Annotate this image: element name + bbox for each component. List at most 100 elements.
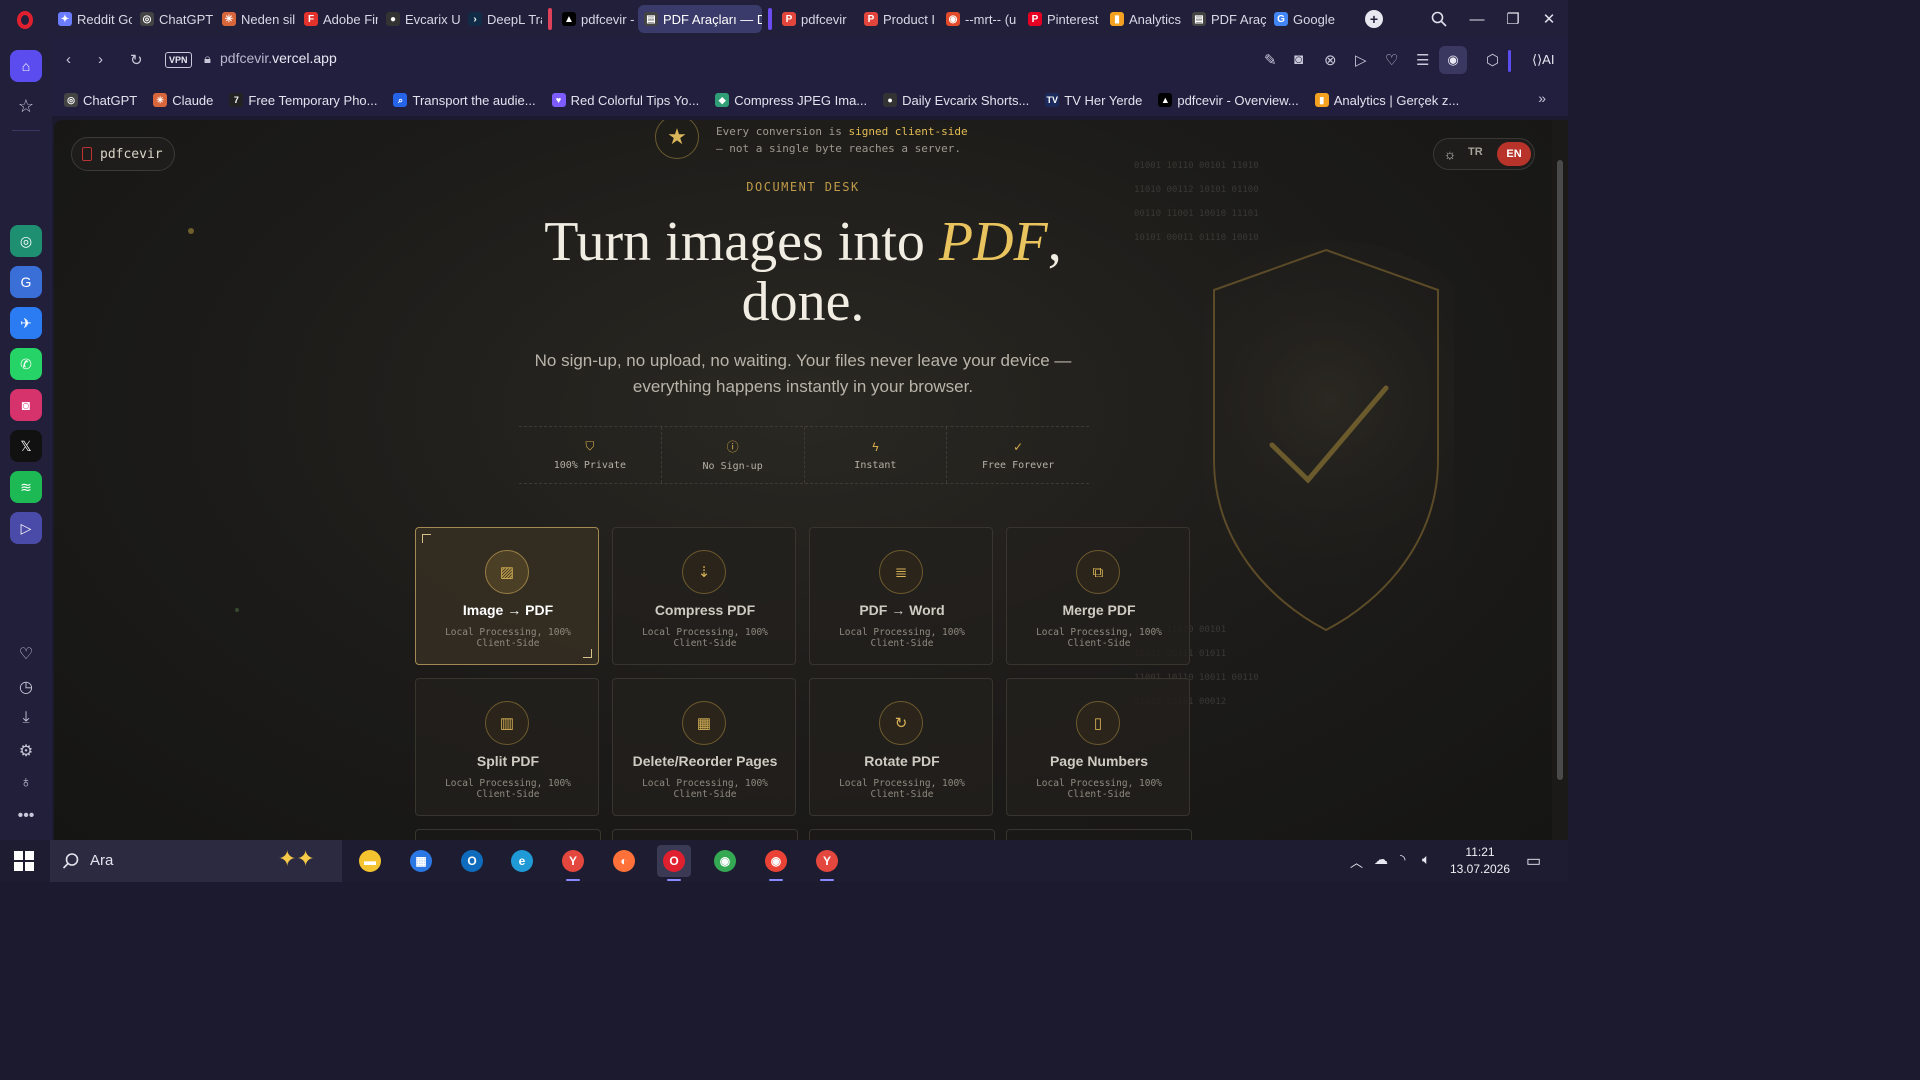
file-explorer-taskbar-icon[interactable]: ▬ <box>353 845 387 877</box>
bookmark-item[interactable]: TV TV Her Yerde <box>1045 93 1142 108</box>
restore-button[interactable]: ❐ <box>1498 0 1528 38</box>
bookmark-item[interactable]: ◎ ChatGPT <box>64 93 137 108</box>
tool-card[interactable]: ⧉ Merge PDF Local Processing, 100% Client-… <box>1006 527 1190 665</box>
easy-setup-icon[interactable]: ☰ <box>1416 51 1429 69</box>
scrollbar-thumb[interactable] <box>1557 160 1563 780</box>
more-dots-icon[interactable]: ••• <box>10 800 42 832</box>
tool-card[interactable]: ↻ Rotate PDF Local Processing, 100% Client… <box>809 678 993 816</box>
tab-favicon-icon: ◉ <box>946 12 960 26</box>
outlook-taskbar-icon[interactable]: O <box>455 845 489 877</box>
heart-icon[interactable]: ♡ <box>1385 51 1398 69</box>
minimize-button[interactable]: — <box>1462 0 1492 38</box>
home-icon[interactable]: ⌂ <box>10 50 42 82</box>
system-clock[interactable]: 11:21 13.07.2026 <box>1448 844 1512 878</box>
tool-card[interactable]: ▯ Page Numbers Local Processing, 100% Clie… <box>1006 678 1190 816</box>
player-icon[interactable]: ▷ <box>10 512 42 544</box>
profile-icon[interactable]: ◉ <box>1439 46 1467 74</box>
wifi-icon[interactable]: ◝ <box>1400 851 1405 868</box>
whatsapp-icon[interactable]: ✆ <box>10 348 42 380</box>
tab-search-icon[interactable] <box>1424 0 1454 38</box>
browser-tab[interactable]: ● Evcarix Ul <box>380 5 460 33</box>
yandex-browser-taskbar-icon[interactable]: Y <box>556 845 590 881</box>
chrome-profile-taskbar-icon[interactable]: ◉ <box>759 845 793 881</box>
new-tab-button[interactable]: + <box>1363 0 1385 38</box>
browser-tab[interactable]: P Product I <box>858 5 938 33</box>
lock-icon[interactable]: 🔒︎ <box>204 51 211 67</box>
reload-icon[interactable]: ↻ <box>130 51 143 69</box>
tips-bulb-icon[interactable]: ♁ <box>10 767 42 799</box>
tool-card-partial[interactable] <box>809 829 995 840</box>
x-twitter-icon[interactable]: 𝕏 <box>10 430 42 462</box>
browser-tab[interactable]: G Google <box>1268 5 1348 33</box>
adblock-shield-icon[interactable]: ⊗ <box>1324 51 1337 69</box>
browser-tab[interactable]: › DeepL Tra <box>462 5 542 33</box>
messenger-icon[interactable]: ✈ <box>10 307 42 339</box>
settings-gear-icon[interactable]: ⚙ <box>10 735 42 767</box>
history-clock-icon[interactable]: ◷ <box>10 671 42 703</box>
firefox-taskbar-icon[interactable]: ◐ <box>607 845 641 877</box>
browser-tab[interactable]: ✳ Neden sil <box>216 5 296 33</box>
bookmark-item[interactable]: ⌕ Transport the audie... <box>393 93 536 108</box>
google-translate-icon[interactable]: G <box>10 266 42 298</box>
page-scrollbar[interactable] <box>1552 120 1568 840</box>
aria-ai-button[interactable]: ⟨⟩AI <box>1532 52 1554 68</box>
yandex-taskbar-icon[interactable]: Y <box>810 845 844 881</box>
spotify-icon[interactable]: ≋ <box>10 471 42 503</box>
browser-tab[interactable]: F Adobe Fir <box>298 5 378 33</box>
tray-chevron-icon[interactable]: ︿ <box>1350 852 1363 871</box>
bookmarks-overflow-icon[interactable]: » <box>1538 90 1546 106</box>
tool-card[interactable]: ⇣ Compress PDF Local Processing, 100% Clie… <box>612 527 796 665</box>
microsoft-store-taskbar-icon[interactable]: ▦ <box>404 845 438 877</box>
bookmark-item[interactable]: ♥ Red Colorful Tips Yo... <box>551 93 699 108</box>
pinboards-heart-icon[interactable]: ♡ <box>10 638 42 670</box>
edge-taskbar-icon[interactable]: e <box>505 845 539 877</box>
browser-tab[interactable]: ◎ ChatGPT <box>134 5 214 33</box>
windows-start-icon[interactable] <box>14 851 34 871</box>
chatgpt-icon[interactable]: ◎ <box>10 225 42 257</box>
close-window-button[interactable]: ✕ <box>1534 0 1564 38</box>
browser-tab[interactable]: ✦ Reddit Gc <box>52 5 132 33</box>
bookmark-item[interactable]: ● Daily Evcarix Shorts... <box>883 93 1029 108</box>
bookmark-item[interactable]: ◆ Compress JPEG Ima... <box>715 93 867 108</box>
tool-card[interactable]: ▦ Delete/Reorder Pages Local Processing, 1… <box>612 678 796 816</box>
edit-icon[interactable]: ✎ <box>1264 51 1277 69</box>
browser-tab[interactable]: ▮ Analytics <box>1104 5 1184 33</box>
taskbar-search[interactable]: Ara ✦✦ <box>50 840 342 882</box>
browser-tab[interactable]: ◉ --mrt-- (u <box>940 5 1020 33</box>
opera-taskbar-icon[interactable]: O <box>657 845 691 881</box>
url-field[interactable]: pdfcevir.vercel.app <box>220 50 337 66</box>
extensions-cube-icon[interactable]: ⬡ <box>1486 51 1499 69</box>
tool-card[interactable]: ≣ PDF → Word Local Processing, 100% Client… <box>809 527 993 665</box>
bookmark-item[interactable]: 7 Free Temporary Pho... <box>229 93 377 108</box>
opera-logo-icon[interactable] <box>10 5 40 35</box>
bookmark-item[interactable]: ▮ Analytics | Gerçek z... <box>1314 93 1459 108</box>
bookmark-item[interactable]: ✳ Claude <box>153 93 213 108</box>
back-arrow-icon[interactable]: ‹ <box>66 51 71 68</box>
browser-tab[interactable]: ▤ PDF Araçları — D <box>638 5 762 33</box>
play-icon[interactable]: ▷ <box>1355 51 1367 69</box>
tool-card[interactable]: ▥ Split PDF Local Processing, 100% Client-… <box>415 678 599 816</box>
bookmark-item[interactable]: ▲ pdfcevir - Overview... <box>1158 93 1299 108</box>
speed-dial-star-icon[interactable]: ☆ <box>10 90 42 122</box>
language-tr-button[interactable]: TR <box>1468 146 1483 158</box>
chrome-taskbar-icon[interactable]: ◉ <box>708 845 742 877</box>
vpn-badge[interactable]: VPN <box>165 52 192 68</box>
tool-card[interactable]: ▨ Image → PDF Local Processing, 100% Clien… <box>415 527 599 665</box>
browser-tab[interactable]: ▲ pdfcevir - <box>556 5 636 33</box>
tool-card-partial[interactable] <box>612 829 798 840</box>
language-en-button[interactable]: EN <box>1497 142 1531 166</box>
tool-card-partial[interactable] <box>1006 829 1192 840</box>
tool-card-partial[interactable] <box>415 829 601 840</box>
snapshot-camera-icon[interactable]: ◙ <box>1294 51 1303 68</box>
browser-tab[interactable]: ▤ PDF Araç <box>1186 5 1266 33</box>
notification-center-icon[interactable]: ▭ <box>1526 851 1541 871</box>
theme-sun-icon[interactable]: ☼ <box>1440 144 1460 164</box>
browser-tab[interactable]: P Pinterest <box>1022 5 1102 33</box>
browser-tab[interactable]: Ppdfcevir <box>776 5 856 33</box>
downloads-icon[interactable]: ⤓ <box>10 702 42 734</box>
volume-icon[interactable]: 🔈︎ <box>1422 851 1430 868</box>
forward-arrow-icon[interactable]: › <box>98 51 103 68</box>
instagram-icon[interactable]: ◙ <box>10 389 42 421</box>
onedrive-cloud-icon[interactable]: ☁ <box>1374 851 1388 868</box>
site-logo[interactable]: pdfcevir <box>71 137 175 171</box>
